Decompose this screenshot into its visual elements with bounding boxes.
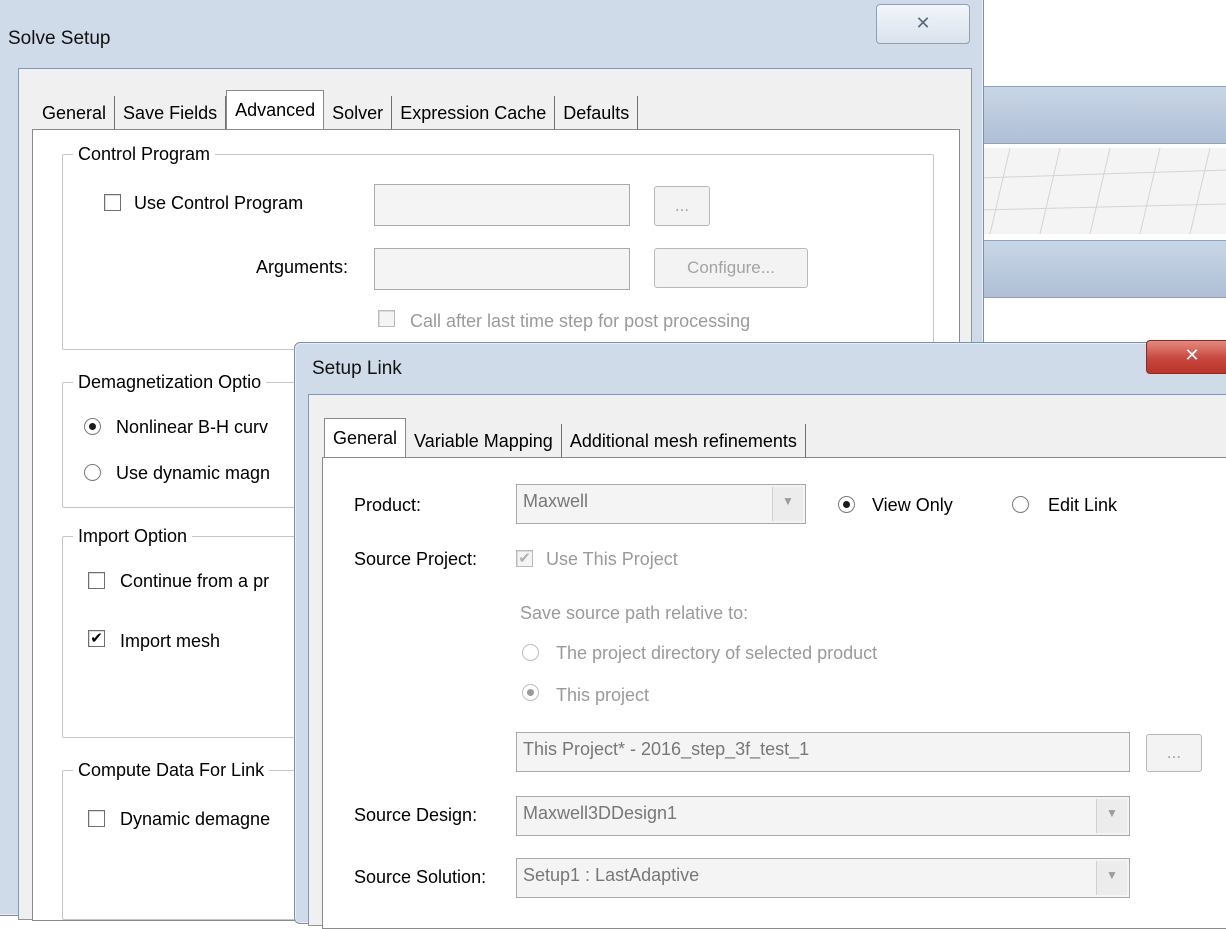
tab-link-general[interactable]: General <box>324 418 407 459</box>
background-grid-area <box>979 147 1226 235</box>
use-control-program-checkbox[interactable] <box>104 194 121 211</box>
background-toolbar-band <box>980 86 1226 144</box>
project-path-field[interactable]: This Project* - 2016_step_3f_test_1 <box>516 732 1130 772</box>
project-dir-label: The project directory of selected produc… <box>556 643 878 663</box>
use-control-program-label: Use Control Program <box>134 193 304 213</box>
source-project-label: Source Project: <box>354 549 478 569</box>
background-toolbar-band-2 <box>980 240 1226 298</box>
background-grid-lines <box>979 147 1226 235</box>
solve-setup-close-button[interactable]: ✕ <box>876 4 970 44</box>
edit-link-label: Edit Link <box>1048 495 1118 515</box>
dynamic-demag-checkbox[interactable] <box>88 810 105 827</box>
nonlinear-bh-radio[interactable] <box>84 418 101 435</box>
product-value: Maxwell <box>523 491 589 511</box>
source-design-label: Source Design: <box>354 805 478 825</box>
product-label: Product: <box>354 495 422 515</box>
setup-link-title: Setup Link <box>312 358 402 379</box>
tab-defaults[interactable]: Defaults <box>555 96 639 130</box>
save-relative-label: Save source path relative to: <box>520 603 749 623</box>
solve-setup-title: Solve Setup <box>8 28 111 49</box>
source-solution-value: Setup1 : LastAdaptive <box>523 865 700 885</box>
use-this-project-checkbox[interactable]: ✔ <box>516 550 533 567</box>
checkmark-icon: ✔ <box>518 550 531 567</box>
configure-button[interactable]: Configure... <box>654 248 808 288</box>
compute-data-title: Compute Data For Link <box>73 759 270 781</box>
setup-link-close-button[interactable]: ✕ <box>1146 340 1226 374</box>
source-solution-label: Source Solution: <box>354 867 487 887</box>
tab-general[interactable]: General <box>34 96 116 130</box>
close-icon: ✕ <box>915 13 931 34</box>
nonlinear-bh-label: Nonlinear B-H curv <box>116 417 269 437</box>
control-program-path-field[interactable] <box>374 184 630 226</box>
continue-from-checkbox[interactable] <box>88 572 105 589</box>
this-project-radio[interactable] <box>522 684 539 701</box>
import-mesh-checkbox[interactable]: ✔ <box>88 630 105 647</box>
continue-from-label: Continue from a pr <box>120 571 270 591</box>
tab-variable-mapping[interactable]: Variable Mapping <box>406 424 562 458</box>
import-mesh-label: Import mesh <box>120 631 221 651</box>
setup-link-tabstrip: General Variable Mapping Additional mesh… <box>324 416 806 459</box>
close-icon: ✕ <box>1184 345 1200 366</box>
tab-save-fields[interactable]: Save Fields <box>115 96 227 130</box>
project-dir-radio[interactable] <box>522 644 539 661</box>
dynamic-demag-label: Dynamic demagne <box>120 809 271 829</box>
call-after-checkbox[interactable] <box>378 310 395 327</box>
source-design-combo[interactable]: Maxwell3DDesign1 ▼ <box>516 796 1130 836</box>
import-option-title: Import Option <box>73 525 193 547</box>
source-design-value: Maxwell3DDesign1 <box>523 803 678 823</box>
checkmark-icon: ✔ <box>90 630 103 647</box>
chevron-down-icon: ▼ <box>1096 861 1127 895</box>
use-this-project-label: Use This Project <box>546 549 678 569</box>
chevron-down-icon: ▼ <box>772 487 803 521</box>
solve-setup-tabstrip: General Save Fields Advanced Solver Expr… <box>34 88 639 131</box>
dynamic-magn-radio[interactable] <box>84 464 101 481</box>
tab-solver[interactable]: Solver <box>324 96 393 130</box>
source-solution-combo[interactable]: Setup1 : LastAdaptive ▼ <box>516 858 1130 898</box>
project-path-browse-button[interactable]: ... <box>1146 734 1202 772</box>
view-only-radio[interactable] <box>838 496 855 513</box>
call-after-label: Call after last time step for post proce… <box>410 311 751 331</box>
this-project-label: This project <box>556 685 650 705</box>
view-only-label: View Only <box>872 495 953 515</box>
dynamic-magn-label: Use dynamic magn <box>116 463 271 483</box>
control-program-title: Control Program <box>73 143 216 165</box>
tab-additional-mesh[interactable]: Additional mesh refinements <box>561 424 806 458</box>
edit-link-radio[interactable] <box>1012 496 1029 513</box>
arguments-label: Arguments: <box>256 257 349 277</box>
control-program-browse-button[interactable]: ... <box>654 186 710 226</box>
product-combo[interactable]: Maxwell ▼ <box>516 484 806 524</box>
tab-advanced[interactable]: Advanced <box>226 90 325 131</box>
chevron-down-icon: ▼ <box>1096 799 1127 833</box>
demagnetization-title: Demagnetization Optio <box>73 371 267 393</box>
tab-expression-cache[interactable]: Expression Cache <box>392 96 556 130</box>
arguments-field[interactable] <box>374 248 630 290</box>
